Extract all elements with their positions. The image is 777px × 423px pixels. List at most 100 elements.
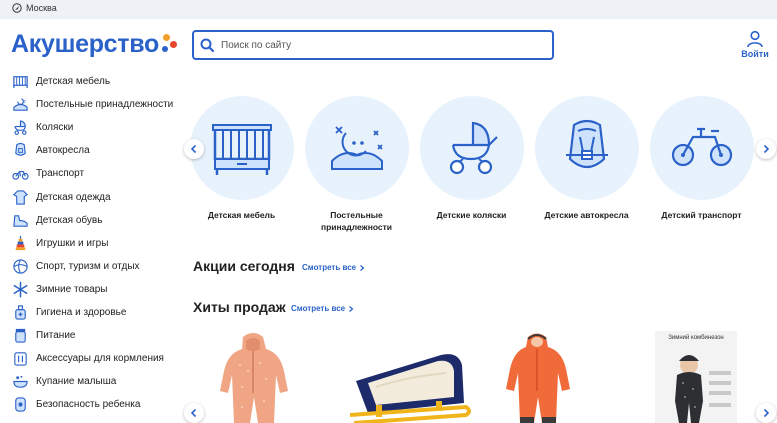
blue-sled-image: [349, 354, 471, 423]
sidebar-item-toys[interactable]: Игрушки и игры: [0, 232, 180, 255]
product-card[interactable]: Зимний комбинезон: [655, 331, 737, 423]
sidebar-item-winter[interactable]: Зимние товары: [0, 278, 180, 301]
chevron-left-icon: [190, 144, 197, 154]
search-bar[interactable]: [192, 30, 554, 60]
product-card[interactable]: [346, 331, 471, 423]
hits-section-title: Хиты продаж: [193, 299, 286, 315]
dark-winter-overall-image: [655, 331, 737, 423]
clothes-icon: [11, 188, 29, 206]
sidebar-item-label: Детская обувь: [36, 214, 103, 226]
sidebar-item-hygiene[interactable]: Гигиена и здоровье: [0, 301, 180, 324]
category-label: Постельные принадлежности: [320, 210, 393, 232]
snowflake-icon: [11, 280, 29, 298]
bedding-icon: [304, 96, 409, 200]
bedding-icon: z: [11, 96, 29, 114]
carousel-prev-button[interactable]: [184, 139, 204, 159]
category-carousel: Детская мебель Постельные принадлежности…: [184, 96, 777, 236]
promo-section-title: Акции сегодня: [193, 258, 295, 274]
tricycle-icon: [649, 96, 754, 200]
sidebar-item-label: Детская мебель: [36, 76, 111, 88]
top-bar: Москва: [0, 0, 777, 19]
toy-icon: [11, 234, 29, 252]
logo-dots-icon: [161, 33, 179, 56]
bath-icon: [11, 373, 29, 391]
hygiene-icon: [11, 303, 29, 321]
stroller-icon: [419, 96, 524, 200]
feeding-icon: [11, 350, 29, 368]
location-icon: [12, 3, 22, 13]
category-sidebar: Детская мебель z Постельные принадлежнос…: [0, 70, 180, 416]
see-all-label: Смотреть все: [291, 304, 346, 313]
car-seat-icon: [11, 142, 29, 160]
sidebar-item-bedding[interactable]: z Постельные принадлежности: [0, 93, 180, 116]
sidebar-item-label: Постельные принадлежности: [36, 99, 174, 111]
shoe-icon: [11, 211, 29, 229]
user-icon: [747, 30, 763, 48]
category-card-transport[interactable]: Детский транспорт: [644, 96, 759, 221]
sidebar-item-label: Детская одежда: [36, 191, 111, 203]
promo-see-all-link[interactable]: Смотреть все: [302, 263, 365, 272]
city-name: Москва: [26, 3, 57, 13]
crib-icon: [11, 73, 29, 91]
sidebar-item-strollers[interactable]: Коляски: [0, 116, 180, 139]
category-card-bedding[interactable]: Постельные принадлежности: [299, 96, 414, 233]
chevron-right-icon: [763, 408, 770, 418]
sidebar-item-bathing[interactable]: Купание малыша: [0, 370, 180, 393]
sidebar-item-shoes[interactable]: Детская обувь: [0, 209, 180, 232]
login-label: Войти: [741, 49, 769, 59]
chevron-right-icon: [763, 144, 770, 154]
sidebar-item-label: Коляски: [36, 122, 74, 134]
sidebar-item-label: Купание малыша: [36, 376, 117, 388]
car-seat-icon: [534, 96, 639, 200]
stroller-icon: [11, 119, 29, 137]
category-card-furniture[interactable]: Детская мебель: [184, 96, 299, 221]
category-label: Детские автокресла: [544, 210, 629, 220]
food-jar-icon: [11, 327, 29, 345]
sidebar-item-label: Зимние товары: [36, 283, 108, 295]
chevron-left-icon: [190, 408, 197, 418]
category-label: Детская мебель: [207, 210, 276, 220]
sidebar-item-label: Аксессуары для кормления: [36, 353, 164, 365]
sidebar-item-sport[interactable]: Спорт, туризм и отдых: [0, 255, 180, 278]
sidebar-item-label: Спорт, туризм и отдых: [36, 260, 140, 272]
svg-text:z: z: [23, 100, 26, 105]
crib-icon: [189, 96, 294, 200]
sidebar-item-label: Гигиена и здоровье: [36, 306, 127, 318]
safety-icon: [11, 396, 29, 414]
products-next-button[interactable]: [756, 403, 776, 423]
login-button[interactable]: Войти: [740, 30, 770, 59]
search-input[interactable]: [221, 39, 521, 51]
chevron-right-icon: [349, 305, 354, 312]
category-label: Детские коляски: [436, 210, 507, 220]
sidebar-item-food[interactable]: Питание: [0, 324, 180, 347]
logo-text: Акушерство: [11, 30, 159, 58]
sidebar-item-furniture[interactable]: Детская мебель: [0, 70, 180, 93]
sidebar-item-label: Транспорт: [36, 168, 85, 180]
sidebar-item-label: Игрушки и игры: [36, 237, 109, 249]
sidebar-item-transport[interactable]: Транспорт: [0, 162, 180, 185]
category-card-strollers[interactable]: Детские коляски: [414, 96, 529, 221]
products-prev-button[interactable]: [184, 403, 204, 423]
site-logo[interactable]: Акушерство: [11, 30, 179, 59]
sidebar-item-car-seats[interactable]: Автокресла: [0, 139, 180, 162]
search-icon[interactable]: [200, 38, 214, 52]
product-caption: Зимний комбинезон: [668, 335, 724, 341]
sidebar-item-label: Автокресла: [36, 145, 90, 157]
bike-icon: [11, 165, 29, 183]
orange-snowsuit-image: [506, 333, 570, 423]
hits-see-all-link[interactable]: Смотреть все: [291, 304, 354, 313]
category-card-car-seats[interactable]: Детские автокресла: [529, 96, 644, 221]
see-all-label: Смотреть все: [302, 263, 357, 272]
sidebar-item-clothes[interactable]: Детская одежда: [0, 185, 180, 208]
sidebar-item-feeding[interactable]: Аксессуары для кормления: [0, 347, 180, 370]
peach-snowsuit-image: [220, 333, 288, 423]
sidebar-item-safety[interactable]: Безопасность ребенка: [0, 393, 180, 416]
product-card[interactable]: [208, 331, 298, 423]
ball-icon: [11, 257, 29, 275]
chevron-right-icon: [360, 264, 365, 271]
sidebar-item-label: Безопасность ребенка: [36, 399, 141, 411]
category-label: Детский транспорт: [661, 210, 742, 220]
product-card[interactable]: [492, 331, 582, 423]
city-selector[interactable]: Москва: [12, 3, 57, 13]
carousel-next-button[interactable]: [756, 139, 776, 159]
